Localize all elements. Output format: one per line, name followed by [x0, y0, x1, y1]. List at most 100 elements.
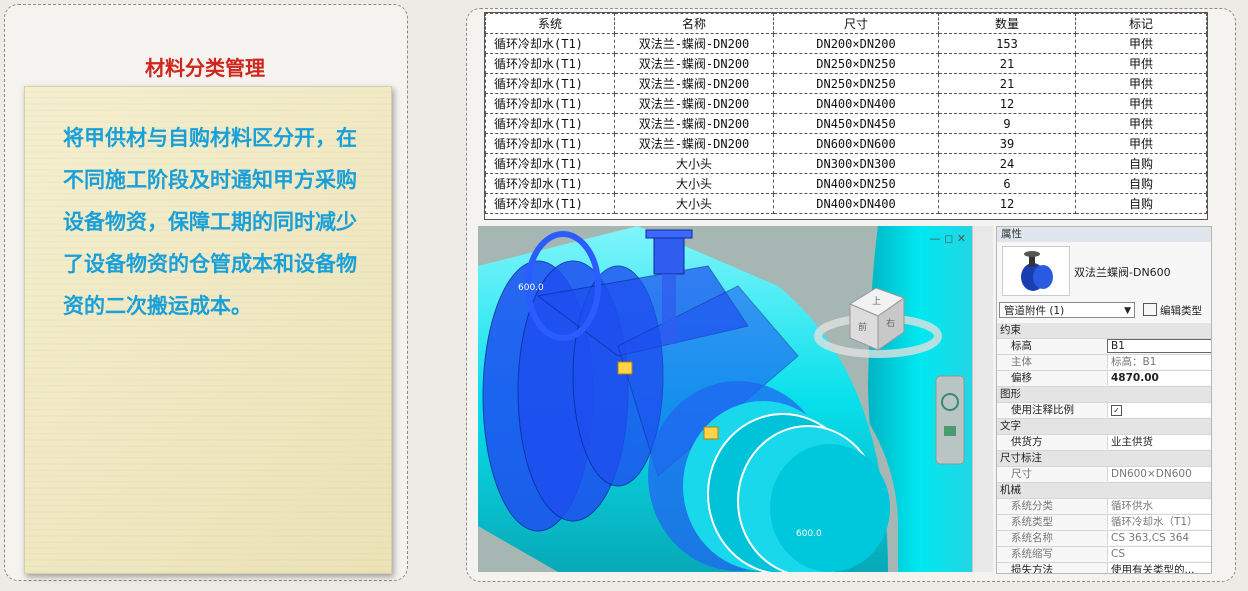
property-group-header[interactable]: 约束: [997, 323, 1211, 339]
cell-size: DN250×DN250: [773, 53, 939, 74]
cell-mark: 甲供: [1075, 33, 1207, 54]
property-key: 偏移: [1011, 372, 1032, 384]
property-key: 使用注释比例: [1011, 404, 1074, 416]
cell-system: 循环冷却水(T1): [485, 133, 615, 154]
cell-name: 双法兰-蝶阀-DN200: [614, 113, 774, 134]
cell-mark: 甲供: [1075, 53, 1207, 74]
cell-system: 循环冷却水(T1): [485, 53, 615, 74]
table-row[interactable]: 循环冷却水(T1) 大小头 DN400×DN250 6 自购: [485, 173, 1207, 194]
property-group-header[interactable]: 文字: [997, 419, 1211, 435]
cell-name: 双法兰-蝶阀-DN200: [614, 133, 774, 154]
col-header-mark[interactable]: 标记: [1075, 13, 1207, 34]
property-key: 系统名称: [1011, 532, 1053, 544]
connector-marker[interactable]: [703, 426, 719, 440]
zoom-icon[interactable]: [944, 426, 956, 436]
viewport-scrollbar[interactable]: [972, 226, 993, 572]
cell-quantity: 21: [938, 73, 1076, 94]
schedule-header-row: 系统 名称 尺寸 数量 标记: [485, 13, 1207, 34]
cell-name: 大小头: [614, 193, 774, 214]
viewcube-top[interactable]: 上: [872, 296, 881, 307]
table-row[interactable]: 循环冷却水(T1) 双法兰-蝶阀-DN200 DN250×DN250 21 甲供: [485, 53, 1207, 74]
property-value: CS: [1107, 547, 1211, 561]
viewport-window-controls[interactable]: — ◻ ✕: [930, 232, 966, 245]
table-row[interactable]: 循环冷却水(T1) 双法兰-蝶阀-DN200 DN450×DN450 9 甲供: [485, 113, 1207, 134]
cell-quantity: 24: [938, 153, 1076, 174]
property-row: 系统类型 循环冷却水（T1）: [997, 515, 1211, 531]
property-group-header[interactable]: 尺寸标注: [997, 451, 1211, 467]
cell-system: 循环冷却水(T1): [485, 73, 615, 94]
checkbox-checked-icon[interactable]: ✓: [1111, 405, 1122, 416]
cell-system: 循环冷却水(T1): [485, 33, 615, 54]
cell-system: 循环冷却水(T1): [485, 153, 615, 174]
cell-size: DN400×DN400: [773, 193, 939, 214]
table-row[interactable]: 循环冷却水(T1) 双法兰-蝶阀-DN200 DN200×DN200 153 甲供: [485, 33, 1207, 54]
property-value: 循环冷却水（T1）: [1107, 515, 1211, 529]
properties-header: 属性: [997, 227, 1211, 242]
cell-size: DN400×DN250: [773, 173, 939, 194]
cell-quantity: 9: [938, 113, 1076, 134]
type-name: 双法兰蝶阀-DN600: [1074, 266, 1171, 279]
actuator: [653, 233, 685, 275]
property-row: 使用注释比例 ✓: [997, 403, 1211, 419]
cell-mark: 自购: [1075, 173, 1207, 194]
table-row[interactable]: 循环冷却水(T1) 大小头 DN400×DN400 12 自购: [485, 193, 1207, 214]
instance-filter-value: 管道附件 (1): [1004, 305, 1065, 317]
cell-size: DN400×DN400: [773, 93, 939, 114]
property-key: 标高: [1011, 340, 1032, 352]
property-value[interactable]: 业主供货: [1107, 435, 1211, 449]
edit-type-label: 编辑类型: [1160, 305, 1202, 317]
property-row: 损失方法 使用有关类型的...: [997, 563, 1211, 574]
connector-marker[interactable]: [617, 361, 633, 375]
valve-model-render[interactable]: 600.0 600.0 上 前 右: [478, 226, 972, 572]
cell-system: 循环冷却水(T1): [485, 173, 615, 194]
dimension-label: 600.0: [518, 283, 544, 293]
viewcube-front[interactable]: 前: [858, 321, 867, 333]
property-value[interactable]: 使用有关类型的...: [1107, 563, 1211, 573]
cell-quantity: 12: [938, 193, 1076, 214]
col-header-size[interactable]: 尺寸: [773, 13, 939, 34]
viewcube-right[interactable]: 右: [886, 317, 895, 329]
col-header-name[interactable]: 名称: [614, 13, 774, 34]
navigation-bar[interactable]: [935, 375, 965, 465]
properties-panel: 属性 双法兰蝶阀-DN600 管道附件 (1) ▼ 编辑类型 约束 标高 B1 主体 标…: [996, 226, 1212, 574]
table-row[interactable]: 循环冷却水(T1) 双法兰-蝶阀-DN200 DN250×DN250 21 甲供: [485, 73, 1207, 94]
cell-mark: 甲供: [1075, 93, 1207, 114]
table-row[interactable]: 循环冷却水(T1) 双法兰-蝶阀-DN200 DN600×DN600 39 甲供: [485, 133, 1207, 154]
property-row: 系统名称 CS 363,CS 364: [997, 531, 1211, 547]
cell-size: DN250×DN250: [773, 73, 939, 94]
3d-viewport[interactable]: 600.0 600.0 上 前 右 — ◻ ✕: [478, 226, 972, 572]
cell-system: 循环冷却水(T1): [485, 193, 615, 214]
property-key: 损失方法: [1011, 564, 1053, 574]
type-thumbnail: [1002, 246, 1070, 296]
cell-name: 双法兰-蝶阀-DN200: [614, 33, 774, 54]
cell-mark: 甲供: [1075, 133, 1207, 154]
cell-name: 双法兰-蝶阀-DN200: [614, 93, 774, 114]
cell-size: DN600×DN600: [773, 133, 939, 154]
instance-filter-dropdown[interactable]: 管道附件 (1) ▼: [999, 302, 1135, 318]
property-value[interactable]: 4870.00: [1107, 371, 1211, 385]
property-group-header[interactable]: 图形: [997, 387, 1211, 403]
property-key: 主体: [1011, 356, 1032, 368]
type-selector[interactable]: 双法兰蝶阀-DN600: [1000, 244, 1208, 298]
annotation-scale-checkbox[interactable]: ✓: [1107, 403, 1211, 417]
property-group-header[interactable]: 机械: [997, 483, 1211, 499]
table-row[interactable]: 循环冷却水(T1) 双法兰-蝶阀-DN200 DN400×DN400 12 甲供: [485, 93, 1207, 114]
property-grid: 约束 标高 B1 主体 标高：B1 偏移 4870.00 图形 使用注释比例 ✓ 文字 供货方 业主供货…: [997, 323, 1211, 574]
cell-name: 大小头: [614, 173, 774, 194]
edit-type-button[interactable]: 编辑类型: [1143, 303, 1202, 318]
panel-title: 材料分类管理: [145, 56, 265, 80]
property-value[interactable]: B1: [1107, 339, 1211, 353]
valve-icon: [1021, 251, 1053, 291]
property-value: 标高：B1: [1107, 355, 1211, 369]
property-row: 系统缩写 CS: [997, 547, 1211, 563]
cell-system: 循环冷却水(T1): [485, 113, 615, 134]
cell-name: 双法兰-蝶阀-DN200: [614, 73, 774, 94]
cell-mark: 甲供: [1075, 73, 1207, 94]
property-key: 系统类型: [1011, 516, 1053, 528]
property-row: 偏移 4870.00: [997, 371, 1211, 387]
col-header-system[interactable]: 系统: [485, 13, 615, 34]
col-header-quantity[interactable]: 数量: [938, 13, 1076, 34]
cell-mark: 甲供: [1075, 113, 1207, 134]
cell-quantity: 12: [938, 93, 1076, 114]
table-row[interactable]: 循环冷却水(T1) 大小头 DN300×DN300 24 自购: [485, 153, 1207, 174]
